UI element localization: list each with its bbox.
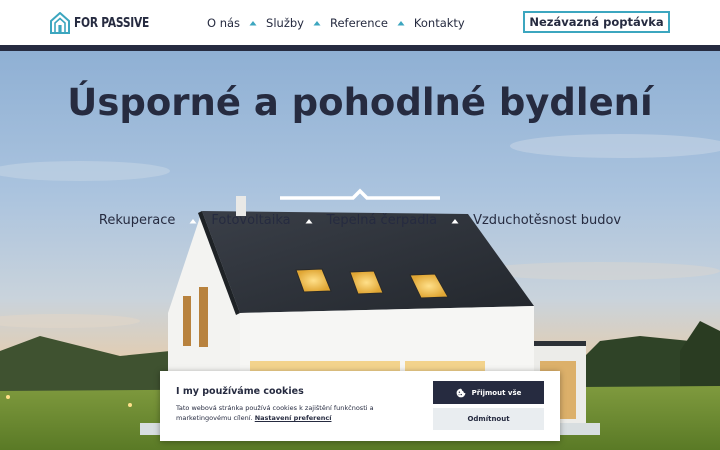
chevron-up-icon — [291, 218, 327, 224]
logo-text: FOR PASSIVE — [74, 15, 150, 31]
service-links: Rekuperace Fotovoltaika Tepelná čerpadla… — [0, 213, 720, 228]
service-link-vzduchotesnost[interactable]: Vzduchotěsnost budov — [473, 213, 621, 228]
service-link-tepelna-cerpadla[interactable]: Tepelná čerpadla — [327, 213, 437, 228]
service-link-fotovoltaika[interactable]: Fotovoltaika — [211, 213, 290, 228]
cookie-banner: I my používáme cookies Tato webová strán… — [160, 371, 560, 441]
inquiry-button[interactable]: Nezávazná poptávka — [523, 11, 670, 33]
decline-button[interactable]: Odmítnout — [433, 408, 544, 430]
nav-item-reference[interactable]: Reference — [330, 16, 388, 30]
title-underline — [280, 188, 440, 200]
chevron-up-icon — [304, 20, 330, 26]
nav-item-sluzby[interactable]: Služby — [266, 16, 304, 30]
chevron-up-icon — [240, 20, 266, 26]
main-nav: O nás Služby Reference Kontakty — [207, 13, 465, 33]
site-header: FOR PASSIVE O nás Služby Reference Konta… — [0, 0, 720, 45]
accept-all-label: Přijmout vše — [471, 388, 522, 397]
chevron-up-icon — [175, 218, 211, 224]
house-logo-icon — [50, 12, 70, 34]
cookie-icon — [456, 388, 466, 397]
cookie-title: I my používáme cookies — [176, 386, 304, 397]
service-link-rekuperace[interactable]: Rekuperace — [99, 213, 176, 228]
nav-item-kontakty[interactable]: Kontakty — [414, 16, 465, 30]
cookie-description: Tato webová stránka používá cookies k za… — [176, 403, 416, 423]
logo[interactable]: FOR PASSIVE — [50, 11, 165, 35]
hero-title: Úsporné a pohodlné bydlení — [67, 81, 653, 124]
accept-all-button[interactable]: Přijmout vše — [433, 381, 544, 404]
chevron-up-icon — [437, 218, 473, 224]
nav-item-o-nas[interactable]: O nás — [207, 16, 240, 30]
cookie-preferences-link[interactable]: Nastavení preferencí — [255, 414, 332, 422]
chevron-up-icon — [388, 20, 414, 26]
